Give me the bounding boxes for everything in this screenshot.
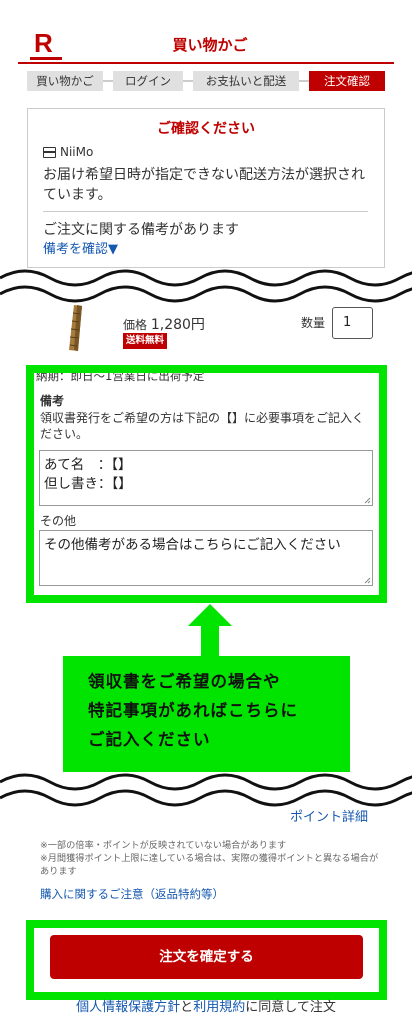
callout-line: 特記事項があればこちらに [88, 701, 298, 720]
step-confirm: 注文確認 [309, 71, 385, 91]
checkout-steps: 買い物かご ログイン お支払いと配送 注文確認 [27, 71, 385, 91]
shop-icon [43, 147, 56, 158]
resize-grip-icon[interactable] [364, 577, 371, 584]
step-connector [103, 71, 113, 91]
note-exists-text: ご注文に関する備考があります [43, 222, 239, 238]
page-title: 買い物かご [172, 36, 248, 54]
quantity-input[interactable]: 1 [332, 307, 373, 339]
callout-text: 領収書をご希望の場合や 特記事項があればこちらに ご記入ください [88, 667, 338, 754]
point-details-link[interactable]: ポイント詳細 [290, 806, 368, 825]
wavy-break-divider [0, 269, 412, 303]
price-label: 価格 [123, 318, 148, 332]
other-remarks-label: その他 [40, 514, 77, 528]
callout-line: 領収書をご希望の場合や [88, 672, 281, 691]
callout-line: ご記入ください [88, 730, 211, 749]
rakuten-logo[interactable]: R [34, 30, 60, 56]
agreement-tail: に同意して注文 [245, 1000, 336, 1015]
price-value: 1,280円 [150, 317, 205, 333]
shop-name: NiiMo [60, 145, 94, 159]
product-thumbnail[interactable] [64, 305, 88, 351]
step-connector [183, 71, 193, 91]
remarks-label: 備考 [40, 394, 65, 408]
point-note: ※一部の倍率・ポイントが反映されていない場合があります [40, 840, 287, 851]
remarks-description: 領収書発行をご希望の方は下記の【】に必要事項をご記入ください。 [40, 411, 365, 441]
quantity-label: 数量 [301, 316, 326, 330]
divider [43, 211, 368, 212]
agreement-connector: と [180, 1000, 194, 1015]
step-payment-shipping: お支払いと配送 [193, 71, 299, 91]
privacy-policy-link[interactable]: 個人情報保護方針 [76, 1000, 180, 1015]
header-divider [18, 62, 394, 64]
product-price: 価格 1,280円 [123, 314, 205, 334]
step-connector [299, 71, 309, 91]
point-limit-note: ※月間獲得ポイント上限に達している場合は、実際の獲得ポイントと異なる場合がありま… [40, 853, 379, 877]
terms-link[interactable]: 利用規約 [193, 1000, 245, 1015]
up-arrow-icon [188, 604, 232, 656]
view-note-link[interactable]: 備考を確認▼ [43, 238, 118, 257]
place-order-button[interactable]: 注文を確定する [50, 935, 363, 979]
confirm-notice-title: ご確認ください [157, 121, 255, 137]
resize-grip-icon[interactable] [364, 497, 371, 504]
free-shipping-badge: 送料無料 [123, 333, 168, 349]
step-login: ログイン [113, 71, 183, 91]
delivery-lead-time: 納期：即日〜1営業日に出荷予定 [36, 373, 205, 383]
step-cart: 買い物かご [27, 71, 103, 91]
other-remarks-placeholder: その他備考がある場合はこちらにご記入ください [44, 537, 341, 553]
receipt-remarks-value: あて名 ：【】 但し書き：【】 [44, 457, 132, 492]
delivery-warning: お届け希望日時が指定できない配送方法が選択されています。 [43, 167, 365, 203]
purchase-caution-link[interactable]: 購入に関するご注意（返品特約等） [40, 886, 224, 902]
logo-underline [30, 57, 62, 60]
agreement-text: 個人情報保護方針と利用規約に同意して注文 [0, 996, 412, 1015]
